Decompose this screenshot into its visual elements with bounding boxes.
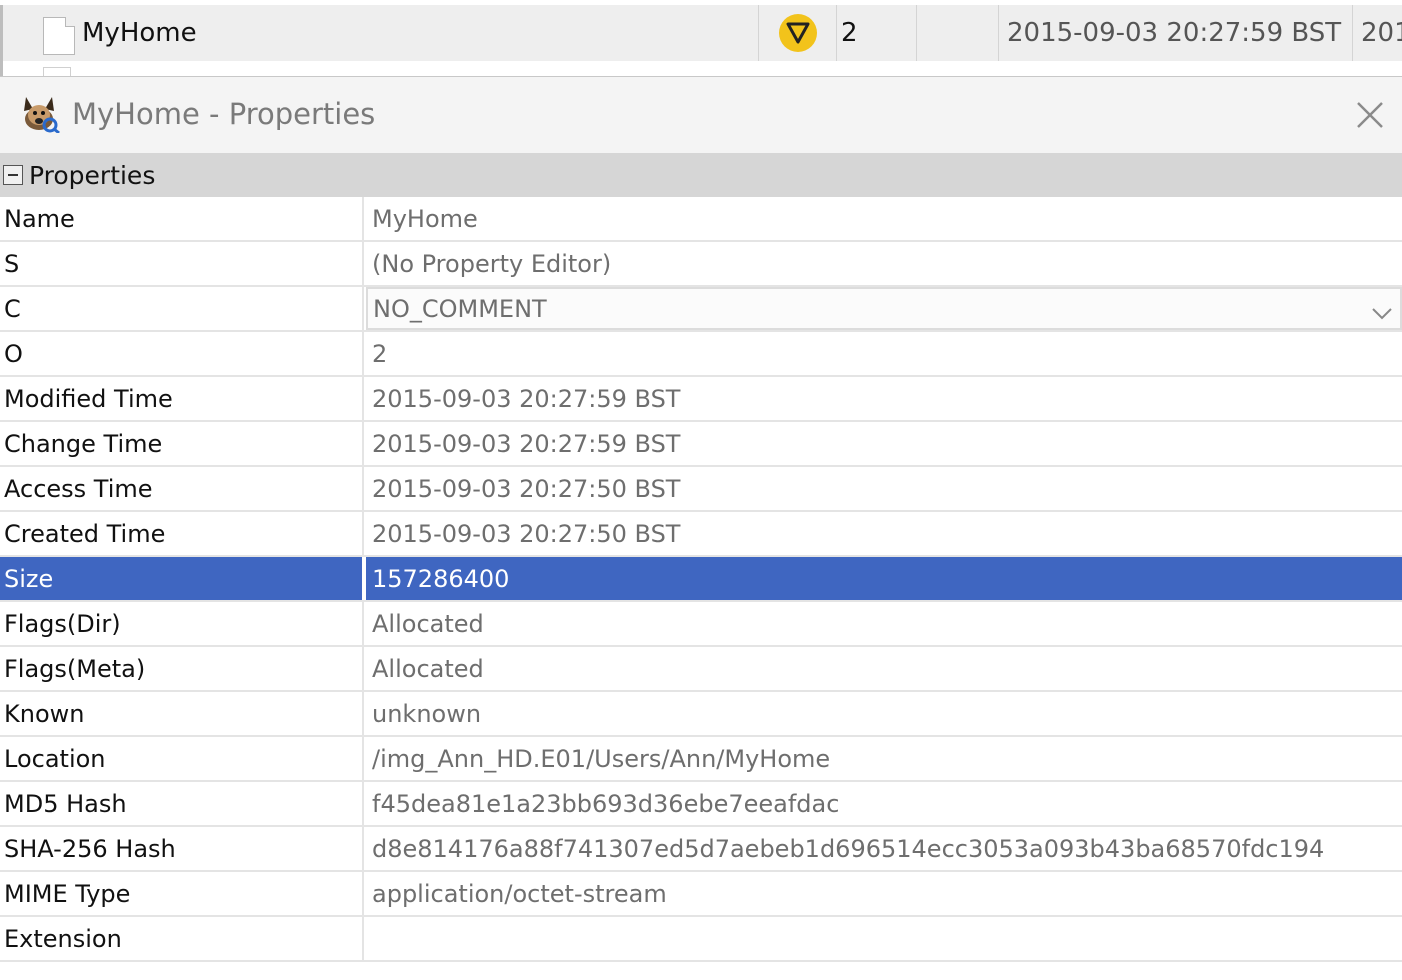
property-value: unknown	[372, 699, 482, 728]
property-key: Access Time	[0, 467, 364, 510]
property-value: 2015-09-03 20:27:50 BST	[372, 474, 681, 503]
property-key: Size	[0, 557, 364, 600]
property-row-access-time[interactable]: Access Time 2015-09-03 20:27:50 BST	[0, 467, 1402, 512]
warning-triangle-icon	[778, 14, 817, 52]
property-value: 2015-09-03 20:27:59 BST	[372, 429, 681, 458]
properties-window: MyHome - Properties Properties Name MyHo…	[0, 76, 1402, 980]
name-cell[interactable]: MyHome	[3, 5, 759, 61]
comment-dropdown-value: NO_COMMENT	[373, 294, 547, 323]
property-key: Created Time	[0, 512, 364, 555]
property-value: MyHome	[372, 204, 478, 233]
property-key: MD5 Hash	[0, 782, 364, 825]
property-key: SHA-256 Hash	[0, 827, 364, 870]
property-value	[366, 917, 1402, 960]
count-value: 2	[841, 18, 858, 48]
property-row-location[interactable]: Location /img_Ann_HD.E01/Users/Ann/MyHom…	[0, 737, 1402, 782]
property-key: Name	[0, 197, 364, 240]
properties-section-header[interactable]: Properties	[0, 153, 1402, 197]
autopsy-dog-icon	[18, 93, 60, 135]
comment-dropdown[interactable]: NO_COMMENT	[366, 287, 1402, 330]
property-row-created-time[interactable]: Created Time 2015-09-03 20:27:50 BST	[0, 512, 1402, 557]
table-row[interactable]: MyHome 2 2015-09-03 20:27:59 BST 201	[0, 5, 1402, 61]
file-icon	[43, 17, 75, 55]
property-row-c[interactable]: C NO_COMMENT	[0, 287, 1402, 332]
next-value: 201	[1361, 18, 1402, 48]
property-row-known[interactable]: Known unknown	[0, 692, 1402, 737]
window-title: MyHome - Properties	[72, 97, 376, 131]
property-value: 2015-09-03 20:27:59 BST	[372, 384, 681, 413]
empty-cell	[917, 5, 999, 61]
file-table: MyHome 2 2015-09-03 20:27:59 BST 201	[0, 0, 1402, 80]
property-row-extension[interactable]: Extension	[0, 917, 1402, 962]
property-value: application/octet-stream	[372, 879, 667, 908]
property-value: 2	[372, 339, 388, 368]
modified-cell: 2015-09-03 20:27:59 BST	[999, 5, 1353, 61]
property-value: f45dea81e1a23bb693d36ebe7eeafdac	[372, 789, 840, 818]
chevron-down-icon[interactable]	[1370, 301, 1394, 321]
next-cell: 201	[1353, 5, 1402, 61]
property-value: (No Property Editor)	[372, 249, 612, 278]
property-value: 157286400	[366, 557, 1402, 600]
property-row-o[interactable]: O 2	[0, 332, 1402, 377]
property-row-sha256-hash[interactable]: SHA-256 Hash d8e814176a88f741307ed5d7aeb…	[0, 827, 1402, 872]
property-row-flags-dir[interactable]: Flags(Dir) Allocated	[0, 602, 1402, 647]
property-row-mime-type[interactable]: MIME Type application/octet-stream	[0, 872, 1402, 917]
modified-value: 2015-09-03 20:27:59 BST	[1007, 18, 1342, 48]
property-key: Location	[0, 737, 364, 780]
property-key: O	[0, 332, 364, 375]
property-key: MIME Type	[0, 872, 364, 915]
property-key: S	[0, 242, 364, 285]
count-cell: 2	[837, 5, 917, 61]
property-row-change-time[interactable]: Change Time 2015-09-03 20:27:59 BST	[0, 422, 1402, 467]
property-value: 2015-09-03 20:27:50 BST	[372, 519, 681, 548]
property-key: Change Time	[0, 422, 364, 465]
property-key: Flags(Dir)	[0, 602, 364, 645]
section-title: Properties	[29, 160, 156, 190]
property-key: C	[0, 287, 364, 330]
status-cell	[759, 5, 837, 61]
collapse-minus-icon[interactable]	[3, 165, 23, 185]
title-bar[interactable]: MyHome - Properties	[0, 77, 1402, 153]
property-key: Extension	[0, 917, 364, 960]
property-key: Modified Time	[0, 377, 364, 420]
property-row-name[interactable]: Name MyHome	[0, 197, 1402, 242]
property-sheet: Name MyHome S (No Property Editor) C NO_…	[0, 197, 1402, 962]
property-row-size[interactable]: Size 157286400	[0, 557, 1402, 602]
property-row-s[interactable]: S (No Property Editor)	[0, 242, 1402, 287]
property-key: Known	[0, 692, 364, 735]
property-key: Flags(Meta)	[0, 647, 364, 690]
close-icon[interactable]	[1350, 95, 1390, 135]
property-row-modified-time[interactable]: Modified Time 2015-09-03 20:27:59 BST	[0, 377, 1402, 422]
property-row-md5-hash[interactable]: MD5 Hash f45dea81e1a23bb693d36ebe7eeafda…	[0, 782, 1402, 827]
property-value: /img_Ann_HD.E01/Users/Ann/MyHome	[372, 744, 831, 773]
file-name: MyHome	[82, 18, 197, 48]
property-value: d8e814176a88f741307ed5d7aebeb1d696514ecc…	[372, 834, 1325, 863]
property-row-flags-meta[interactable]: Flags(Meta) Allocated	[0, 647, 1402, 692]
property-value: Allocated	[372, 609, 484, 638]
property-value: Allocated	[372, 654, 484, 683]
